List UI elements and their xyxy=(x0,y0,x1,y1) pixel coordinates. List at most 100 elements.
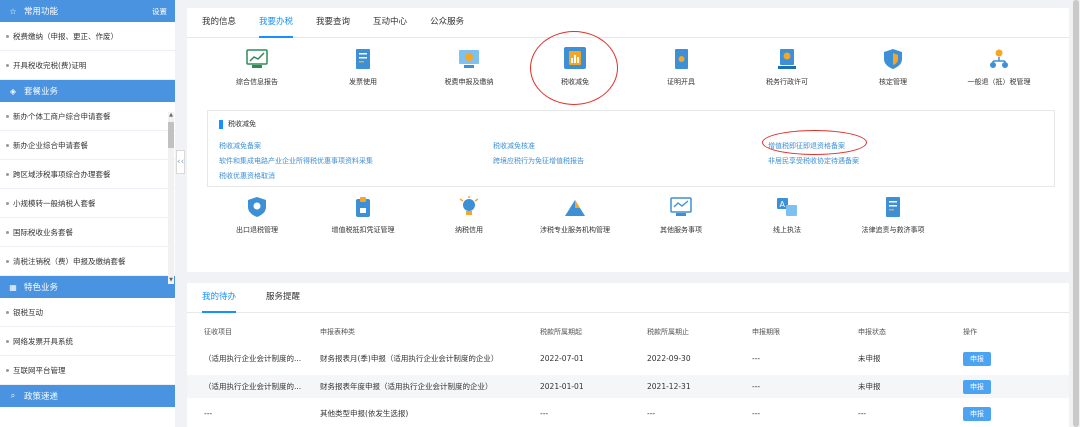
func-vat-deduction[interactable]: 增值税抵扣凭证管理 xyxy=(315,196,411,235)
cell-period-end: 2021-12-31 xyxy=(647,382,691,391)
cell-item: （适用执行企业会计制度的... xyxy=(204,354,302,363)
tab-query[interactable]: 我要查询 xyxy=(316,8,350,38)
sidebar-section-special[interactable]: ▦ 特色业务 xyxy=(0,276,175,298)
sidebar-section-package[interactable]: ◈ 套餐业务 xyxy=(0,80,175,102)
link-software-ic-data[interactable]: 软件和集成电路产业企业所得税优惠事项资料采集 xyxy=(219,156,373,166)
func-export-refund[interactable]: 出口退税管理 xyxy=(209,196,305,235)
bottom-tabs: 我的待办 服务提醒 xyxy=(187,283,1069,313)
sidebar-item[interactable]: 银税互动 xyxy=(0,298,175,327)
func-tax-credit[interactable]: 纳税信用 xyxy=(421,196,517,235)
page-scroll-thumb[interactable] xyxy=(1073,0,1079,427)
sidebar-scroll-thumb[interactable] xyxy=(168,122,174,148)
sidebar-item[interactable]: 新办企业综合申请套餐 xyxy=(0,131,175,160)
func-verification[interactable]: 核定管理 xyxy=(845,48,941,87)
func-agency-management[interactable]: 涉税专业服务机构管理 xyxy=(527,196,623,235)
bullet-icon xyxy=(6,368,9,372)
bullet-icon xyxy=(6,34,9,38)
scroll-up-icon[interactable]: ▲ xyxy=(168,112,174,119)
func-label: 线上执法 xyxy=(773,226,801,234)
tab-my-info[interactable]: 我的信息 xyxy=(202,8,236,38)
func-label: 税费申报及缴纳 xyxy=(444,78,494,86)
tab-service-reminder[interactable]: 服务提醒 xyxy=(266,283,300,313)
func-other-services[interactable]: 其他服务事项 xyxy=(633,196,729,235)
top-tabs: 我的信息 我要办税 我要查询 互动中心 公众服务 xyxy=(187,8,1069,38)
func-refund[interactable]: 一般退（抵）税管理 xyxy=(951,48,1047,87)
page-scrollbar[interactable] xyxy=(1072,0,1080,427)
tab-do-tax[interactable]: 我要办税 xyxy=(259,8,294,38)
bullet-icon xyxy=(6,310,9,314)
svg-text:A: A xyxy=(780,200,786,209)
tax-reduction-submenu: 税收减免 税收减免备案 软件和集成电路产业企业所得税优惠事项资料采集 税收优惠资… xyxy=(207,110,1055,187)
scroll-down-icon[interactable]: ▼ xyxy=(168,277,174,284)
cell-deadline: --- xyxy=(752,382,761,391)
export-refund-icon xyxy=(248,197,266,217)
declare-button[interactable]: 申报 xyxy=(963,379,991,394)
link-reduction-filing[interactable]: 税收减免备案 xyxy=(219,141,261,151)
link-reduction-approval[interactable]: 税收减免核准 xyxy=(493,141,535,151)
cell-status: --- xyxy=(858,409,867,418)
func-online-enforcement[interactable]: A 线上执法 xyxy=(739,196,835,235)
permit-icon xyxy=(778,49,796,69)
sidebar-scrollbar[interactable]: ▲ ▼ xyxy=(168,112,174,284)
func-label: 核定管理 xyxy=(879,78,907,86)
sidebar-item-label: 跨区域涉税事项综合办理套餐 xyxy=(13,169,111,179)
settings-link[interactable]: 设置 xyxy=(152,6,167,17)
cell-period-end: 2022-09-30 xyxy=(647,354,691,363)
sidebar-section-title: 政策速递 xyxy=(24,392,59,402)
bullet-icon xyxy=(6,259,9,263)
layers-icon: ◈ xyxy=(9,86,17,96)
table-row: （适用执行企业会计制度的... 财务报表月(季)申报（适用执行企业会计制度的企业… xyxy=(187,347,1069,370)
cell-period-end: --- xyxy=(647,409,656,418)
bullet-icon xyxy=(6,339,9,343)
tab-my-todo[interactable]: 我的待办 xyxy=(202,283,237,313)
sidebar-item[interactable]: 税费缴纳（申报、更正、作废） xyxy=(0,22,175,51)
submenu-header: 税收减免 xyxy=(219,119,256,129)
link-cross-border-report[interactable]: 跨境应税行为免征增值税报告 xyxy=(493,156,584,166)
invoice-icon xyxy=(356,49,370,69)
sidebar-item[interactable]: 开具税收完税(费)证明 xyxy=(0,51,175,80)
link-nonresident-treaty[interactable]: 非居民享受税收协定待遇备案 xyxy=(768,156,859,166)
sidebar-section-policy[interactable]: ⌕ 政策速递 xyxy=(0,385,175,407)
cell-deadline: --- xyxy=(752,354,761,363)
sidebar-item[interactable]: 新办个体工商户综合申请套餐 xyxy=(0,102,175,131)
section-bar-icon xyxy=(219,119,223,129)
agency-icon xyxy=(565,200,585,216)
refund-icon xyxy=(990,49,1008,68)
bullet-icon xyxy=(6,230,9,234)
tab-interaction[interactable]: 互动中心 xyxy=(373,8,407,38)
func-invoice[interactable]: 发票使用 xyxy=(315,48,411,87)
cell-item: （适用执行企业会计制度的... xyxy=(204,382,302,391)
sidebar-item[interactable]: 网络发票开具系统 xyxy=(0,327,175,356)
sidebar-item[interactable]: 国际税收业务套餐 xyxy=(0,218,175,247)
link-qualification-cancel[interactable]: 税收优惠资格取消 xyxy=(219,171,275,181)
cell-form-type: 财务报表月(季)申报（适用执行企业会计制度的企业） xyxy=(320,354,499,363)
sidebar-item[interactable]: 清税注销税（费）申报及缴纳套餐 xyxy=(0,247,175,276)
declare-icon xyxy=(459,50,479,68)
cell-period-start: 2022-07-01 xyxy=(540,354,584,363)
func-certificate[interactable]: 证明开具 xyxy=(633,48,729,87)
col-header: 操作 xyxy=(963,328,977,336)
func-permit[interactable]: 税务行政许可 xyxy=(739,48,835,87)
func-label: 增值税抵扣凭证管理 xyxy=(331,226,395,234)
sidebar-item[interactable]: 小规模转一般纳税人套餐 xyxy=(0,189,175,218)
func-info-report[interactable]: 综合信息报告 xyxy=(209,48,305,87)
bullet-icon xyxy=(6,63,9,67)
func-label: 法律追责与救济事项 xyxy=(861,226,925,234)
declare-button[interactable]: 申报 xyxy=(963,406,991,421)
func-label: 涉税专业服务机构管理 xyxy=(540,226,610,234)
sidebar-section-common[interactable]: ☆ 常用功能 设置 xyxy=(0,0,175,22)
sidebar-item[interactable]: 跨区域涉税事项综合办理套餐 xyxy=(0,160,175,189)
bullet-icon xyxy=(6,172,9,176)
declare-button[interactable]: 申报 xyxy=(963,351,991,366)
func-legal-relief[interactable]: 法律追责与救济事项 xyxy=(845,196,941,235)
func-declare-pay[interactable]: 税费申报及缴纳 xyxy=(421,48,517,87)
func-label: 其他服务事项 xyxy=(660,226,702,234)
sidebar-item-label: 国际税收业务套餐 xyxy=(13,227,73,237)
collapse-sidebar-button[interactable]: ‹‹ xyxy=(176,150,185,174)
highlight-circle-link xyxy=(762,130,867,155)
sidebar-item[interactable]: 互联网平台管理 xyxy=(0,356,175,385)
shield-check-icon xyxy=(884,49,902,69)
sidebar-section-title: 套餐业务 xyxy=(24,87,59,97)
tab-public-service[interactable]: 公众服务 xyxy=(430,8,464,38)
func-label: 税务行政许可 xyxy=(766,78,808,86)
